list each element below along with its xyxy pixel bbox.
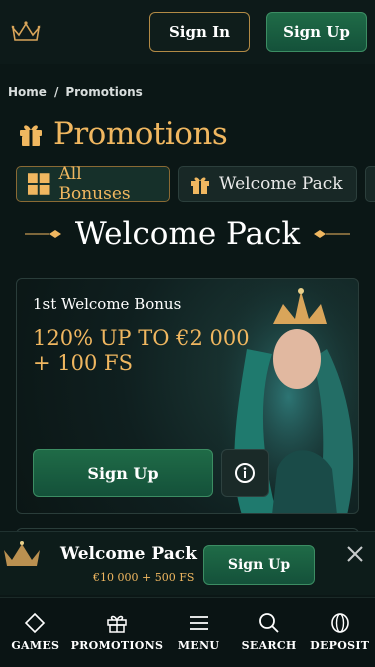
gift-box-icon bbox=[191, 177, 209, 194]
crown-icon bbox=[4, 541, 40, 566]
card-subtitle: 1st Welcome Bonus bbox=[33, 295, 182, 313]
banner-sign-up-button[interactable]: Sign Up bbox=[203, 545, 315, 585]
coin-icon bbox=[330, 613, 349, 633]
search-icon bbox=[259, 613, 279, 633]
gift-icon bbox=[20, 125, 42, 146]
ornament-right-icon bbox=[314, 230, 351, 238]
header: Sign In Sign Up bbox=[0, 0, 375, 64]
section-title-text: Welcome Pack bbox=[74, 216, 301, 252]
tab-label: All Bonuses bbox=[58, 164, 131, 204]
ornament-left-icon bbox=[24, 230, 61, 238]
nav-deposit[interactable]: DEPOSIT bbox=[304, 598, 375, 667]
nav-label: DEPOSIT bbox=[310, 639, 370, 652]
welcome-banner: Welcome Pack €10 000 + 500 FS Sign Up bbox=[0, 531, 375, 595]
promo-tabs: All Bonuses Welcome Pack bbox=[16, 164, 375, 204]
menu-icon bbox=[189, 616, 208, 630]
nav-label: PROMOTIONS bbox=[70, 639, 164, 652]
nav-menu[interactable]: MENU bbox=[163, 598, 234, 667]
section-title: Welcome Pack bbox=[0, 216, 375, 252]
banner-subtitle: €10 000 + 500 FS bbox=[93, 571, 195, 584]
tab-label: Welcome Pack bbox=[219, 174, 343, 194]
gift-icon bbox=[107, 615, 127, 633]
nav-search[interactable]: SEARCH bbox=[234, 598, 305, 667]
card-headline: 120% UP TO €2 000 + 100 FS bbox=[33, 326, 250, 375]
info-icon bbox=[235, 463, 255, 483]
nav-label: MENU bbox=[177, 639, 220, 652]
breadcrumb-current: Promotions bbox=[65, 85, 143, 99]
nav-games[interactable]: GAMES bbox=[0, 598, 71, 667]
breadcrumb: Home / Promotions bbox=[8, 85, 143, 99]
tab-welcome-pack[interactable]: Welcome Pack bbox=[178, 166, 357, 202]
breadcrumb-home[interactable]: Home bbox=[8, 85, 47, 99]
sign-up-button[interactable]: Sign Up bbox=[266, 12, 367, 52]
nav-label: SEARCH bbox=[241, 639, 297, 652]
page-title-text: Promotions bbox=[53, 116, 228, 152]
banner-title: Welcome Pack bbox=[60, 544, 197, 564]
diamond-icon bbox=[25, 612, 46, 634]
tab-all-bonuses[interactable]: All Bonuses bbox=[16, 164, 170, 204]
grid-icon bbox=[27, 173, 50, 195]
page-title: Promotions bbox=[17, 116, 228, 152]
info-button[interactable] bbox=[221, 449, 269, 497]
close-icon[interactable] bbox=[345, 544, 365, 564]
nav-label: GAMES bbox=[11, 639, 60, 652]
card-sign-up-button[interactable]: Sign Up bbox=[33, 449, 213, 497]
bottom-nav: GAMES PROMOTIONS MENU SEARCH DEPOSIT bbox=[0, 597, 375, 667]
bonus-card: 1st Welcome Bonus 120% UP TO €2 000 + 10… bbox=[16, 278, 359, 514]
sign-in-button[interactable]: Sign In bbox=[149, 12, 250, 52]
nav-promotions[interactable]: PROMOTIONS bbox=[71, 598, 164, 667]
crown-logo-icon[interactable] bbox=[10, 20, 42, 44]
breadcrumb-separator: / bbox=[53, 85, 59, 99]
tab-more[interactable] bbox=[365, 166, 375, 202]
